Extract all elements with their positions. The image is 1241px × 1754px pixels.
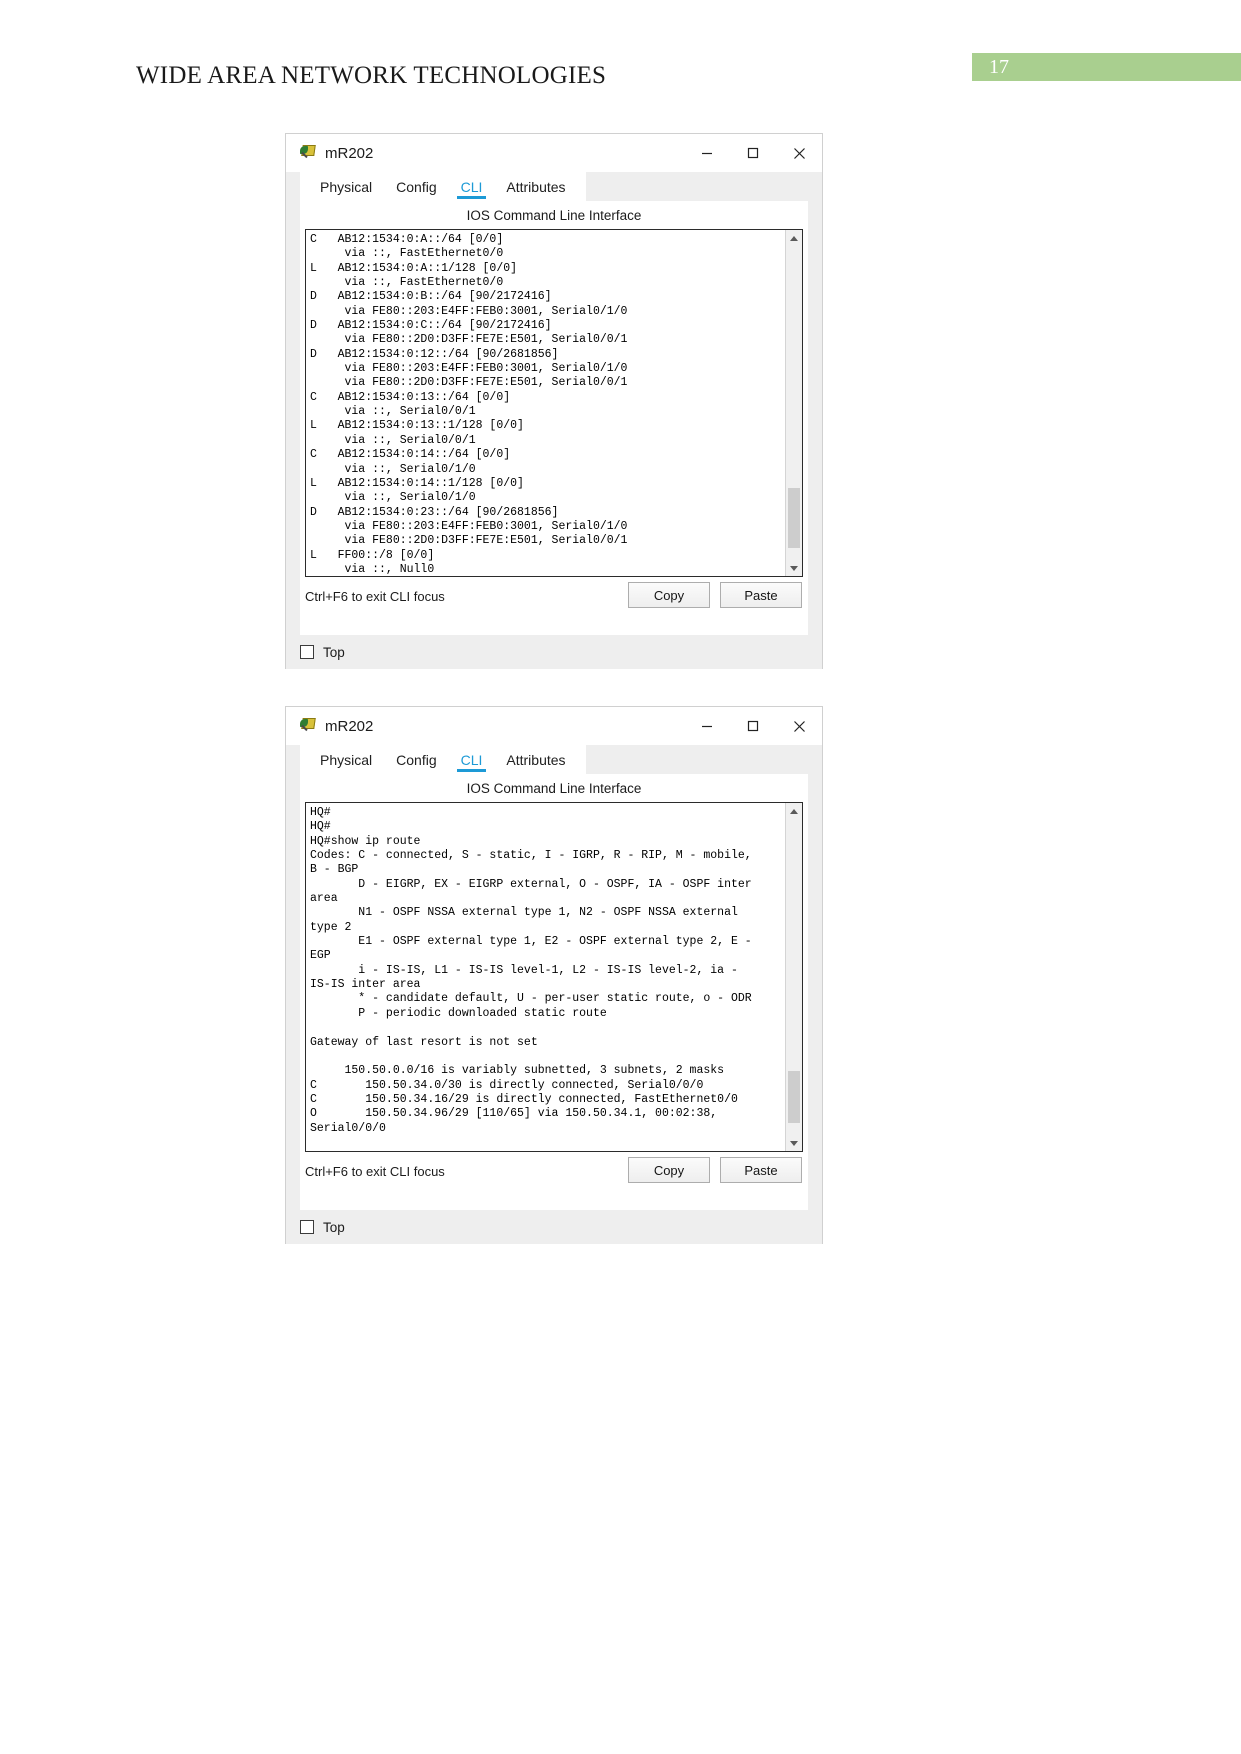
window-titlebar[interactable]: mR202 [286, 134, 822, 172]
tab-cli[interactable]: CLI [449, 172, 495, 201]
tabstrip: Physical Config CLI Attributes [286, 745, 822, 774]
window-title: mR202 [325, 144, 374, 162]
page-number-badge: 17 [972, 53, 1241, 81]
scroll-up-icon[interactable] [786, 230, 802, 246]
window-title: mR202 [325, 717, 374, 735]
cli-status-row: Ctrl+F6 to exit CLI focus Copy Paste [300, 577, 808, 617]
tab-config[interactable]: Config [384, 745, 448, 774]
copy-button[interactable]: Copy [628, 582, 710, 608]
scroll-down-icon[interactable] [786, 1135, 802, 1151]
tab-physical[interactable]: Physical [308, 172, 384, 201]
copy-button[interactable]: Copy [628, 1157, 710, 1183]
cli-caption: IOS Command Line Interface [466, 781, 642, 796]
window-body: IOS Command Line Interface HQ# HQ# HQ#sh… [300, 774, 808, 1192]
cli-output-area[interactable]: C AB12:1534:0:A::/64 [0/0] via ::, FastE… [306, 230, 785, 576]
cli-scrollbar[interactable] [785, 803, 802, 1151]
close-icon[interactable] [776, 134, 822, 172]
window-footer: Top [286, 635, 822, 669]
cli-terminal-frame[interactable]: C AB12:1534:0:A::/64 [0/0] via ::, FastE… [305, 229, 803, 577]
tab-config[interactable]: Config [384, 172, 448, 201]
cli-scrollbar[interactable] [785, 230, 802, 576]
minimize-icon[interactable] [684, 707, 730, 745]
window-body: IOS Command Line Interface C AB12:1534:0… [300, 201, 808, 617]
packet-tracer-icon [300, 145, 316, 161]
window-controls [684, 134, 822, 172]
window-controls [684, 707, 822, 745]
top-checkbox-label: Top [323, 644, 345, 660]
tab-cli[interactable]: CLI [449, 745, 495, 774]
cli-output-text: HQ# HQ# HQ#show ip route Codes: C - conn… [310, 806, 752, 1151]
document-header: WIDE AREA NETWORK TECHNOLOGIES 17 [0, 0, 1241, 120]
packet-tracer-window-2[interactable]: mR202 Physical Config CLI Attributes IOS… [285, 706, 823, 1244]
page-title: WIDE AREA NETWORK TECHNOLOGIES [136, 62, 607, 89]
body-spacer [300, 1192, 808, 1210]
scroll-up-icon[interactable] [786, 803, 802, 819]
paste-button[interactable]: Paste [720, 582, 802, 608]
window-footer: Top [286, 1210, 822, 1244]
tabstrip: Physical Config CLI Attributes [286, 172, 822, 201]
packet-tracer-icon [300, 718, 316, 734]
packet-tracer-window-1[interactable]: mR202 Physical Config CLI Attributes IOS… [285, 133, 823, 669]
maximize-icon[interactable] [730, 134, 776, 172]
minimize-icon[interactable] [684, 134, 730, 172]
top-checkbox[interactable] [300, 645, 314, 659]
close-icon[interactable] [776, 707, 822, 745]
scroll-down-icon[interactable] [786, 560, 802, 576]
cli-output-area[interactable]: HQ# HQ# HQ#show ip route Codes: C - conn… [306, 803, 785, 1151]
tab-attributes[interactable]: Attributes [494, 172, 577, 201]
window-titlebar[interactable]: mR202 [286, 707, 822, 745]
cli-output-text: C AB12:1534:0:A::/64 [0/0] via ::, FastE… [310, 233, 628, 576]
cli-caption: IOS Command Line Interface [466, 208, 642, 223]
page-number: 17 [989, 56, 1009, 78]
top-checkbox-label: Top [323, 1219, 345, 1235]
cli-focus-hint: Ctrl+F6 to exit CLI focus [305, 589, 445, 604]
body-spacer [300, 617, 808, 635]
cli-terminal-frame[interactable]: HQ# HQ# HQ#show ip route Codes: C - conn… [305, 802, 803, 1152]
scrollbar-thumb[interactable] [788, 488, 800, 548]
paste-button[interactable]: Paste [720, 1157, 802, 1183]
tab-physical[interactable]: Physical [308, 745, 384, 774]
top-checkbox[interactable] [300, 1220, 314, 1234]
cli-status-row: Ctrl+F6 to exit CLI focus Copy Paste [300, 1152, 808, 1192]
scrollbar-thumb[interactable] [788, 1071, 800, 1123]
cli-focus-hint: Ctrl+F6 to exit CLI focus [305, 1164, 445, 1179]
maximize-icon[interactable] [730, 707, 776, 745]
tab-attributes[interactable]: Attributes [494, 745, 577, 774]
